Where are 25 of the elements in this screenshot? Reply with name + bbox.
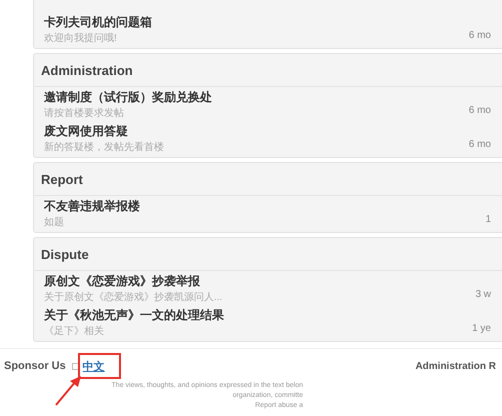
section-heading: Dispute xyxy=(34,238,502,271)
section-heading: Administration xyxy=(34,54,502,87)
board-link[interactable]: 废文网使用答疑 xyxy=(44,124,128,139)
board-description: 请按首楼要求发帖 xyxy=(44,107,124,120)
board-description: 《足下》相关 xyxy=(44,325,104,338)
last-post-time: 6 mo xyxy=(468,105,491,116)
language-link[interactable]: 中文 xyxy=(82,361,105,373)
section-heading: Report xyxy=(34,163,502,196)
board-description: 如题 xyxy=(44,216,64,229)
board-description: 新的答疑楼，发帖先看首楼 xyxy=(44,141,164,154)
board-description: 关于原创文《恋爱游戏》抄袭凯源问人... xyxy=(44,291,222,304)
last-post-time: 1 xyxy=(485,214,491,225)
square-icon xyxy=(72,362,79,370)
board-description: 欢迎向我提问哦! xyxy=(44,32,117,45)
sponsor-link[interactable]: Sponsor Us xyxy=(4,360,66,372)
last-post-time: 1 ye xyxy=(472,323,491,334)
board-link[interactable]: 关于《秋池无声》一文的处理结果 xyxy=(44,308,224,323)
board-link[interactable]: 原创文《恋爱游戏》抄袭举报 xyxy=(44,274,200,289)
last-post-time: 6 mo xyxy=(468,139,491,150)
footer-heading: Administration R xyxy=(415,360,496,372)
board-link[interactable]: 卡列夫司机的问题箱 xyxy=(44,15,152,30)
last-post-time: 6 mo xyxy=(468,30,491,41)
board-link[interactable]: 不友善违规举报楼 xyxy=(44,199,140,214)
last-post-time: 3 w xyxy=(475,289,491,300)
board-link[interactable]: 邀请制度（试行版）奖励兑换处 xyxy=(44,90,212,105)
